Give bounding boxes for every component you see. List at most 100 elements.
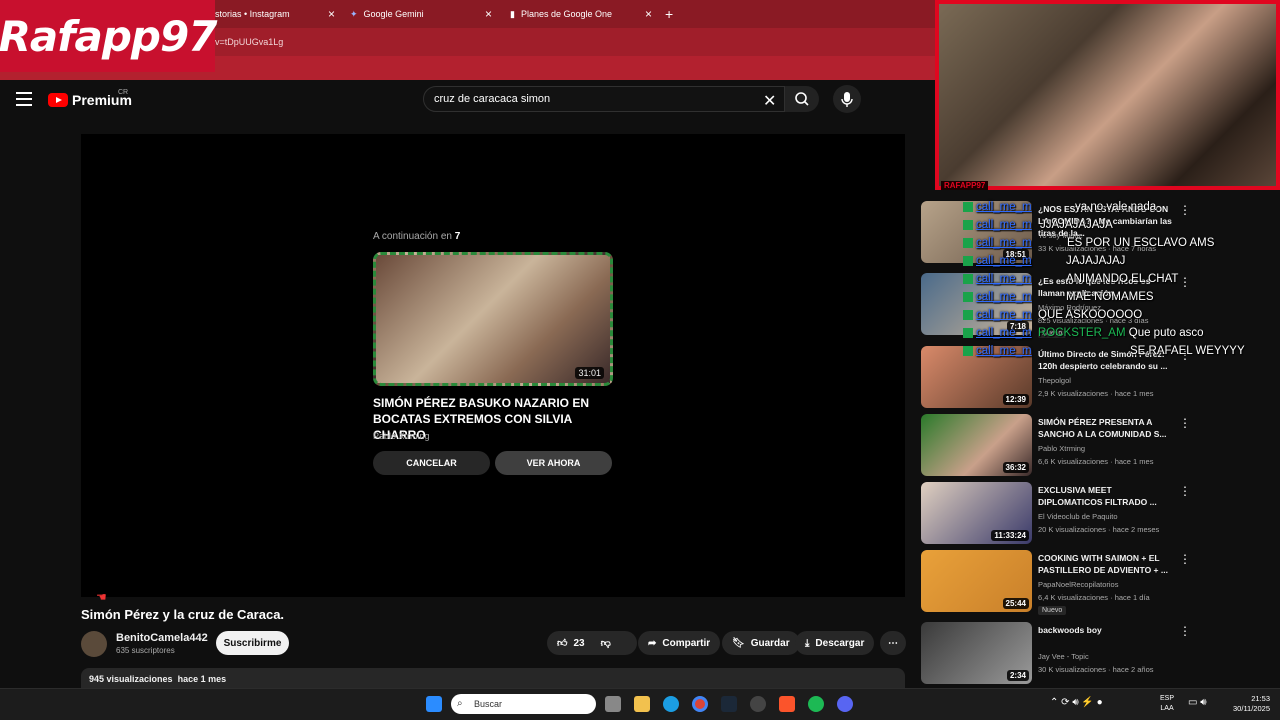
recommendation-thumbnail[interactable]: 25:44 <box>921 550 1032 612</box>
recommendation-channel: El Videoclub de Paquito <box>1038 512 1118 521</box>
voice-search-button[interactable] <box>833 85 861 113</box>
view-stats: 945 visualizaciones hace 1 mes <box>89 674 227 684</box>
more-options-icon[interactable]: ⋮ <box>1179 484 1191 498</box>
gemini-icon: ✦ <box>350 8 358 19</box>
chat-username: call_me_m <box>976 237 1032 249</box>
more-options-icon[interactable]: ⋮ <box>1179 552 1191 566</box>
network-volume-icons[interactable]: ▭ 🔊︎ <box>1188 697 1207 708</box>
chat-user-tag: call_me_m <box>963 237 1032 249</box>
file-explorer-icon[interactable] <box>634 696 650 712</box>
chat-text: SE RAFAEL WEYYYY <box>1130 345 1245 357</box>
close-icon[interactable]: × <box>645 7 652 21</box>
chat-message: ANIMANDO EL CHAT <box>1066 273 1178 285</box>
chat-message: ES POR UN ESCLAVO AMS <box>1067 237 1214 249</box>
share-label: Compartir <box>662 637 711 649</box>
upnext-thumbnail[interactable]: 31:01 <box>373 252 613 386</box>
edge-icon[interactable] <box>663 696 679 712</box>
share-icon: ➦ <box>648 637 657 649</box>
dislike-icon[interactable]: 👎︎ <box>601 637 611 649</box>
like-count[interactable]: 23 <box>573 638 584 649</box>
recommendation-item[interactable]: 25:44 COOKING WITH SAIMON + EL PASTILLERO… <box>921 550 1280 615</box>
google-one-icon: ▮ <box>510 8 515 19</box>
tab-google-one[interactable]: ▮ Planes de Google One × <box>510 4 652 24</box>
more-options-icon[interactable]: ⋮ <box>1179 416 1191 430</box>
webcam-overlay <box>935 0 1280 190</box>
save-button[interactable]: 🔖︎ Guardar <box>722 631 800 655</box>
recommendation-item[interactable]: 36:32 SIMÓN PÉREZ PRESENTA A SANCHO A LA … <box>921 414 1280 478</box>
search-query[interactable]: cruz de caracaca simon <box>434 93 550 105</box>
youtube-play-icon <box>48 93 68 107</box>
tab-instagram[interactable]: storias • Instagram × <box>215 4 335 24</box>
recommendation-title[interactable]: SIMÓN PÉREZ PRESENTA A SANCHO A LA COMUN… <box>1038 416 1178 440</box>
recommendation-meta: 30 K visualizaciones · hace 2 años <box>1038 665 1154 674</box>
video-duration: 25:44 <box>1002 598 1029 609</box>
upnext-countdown: A continuación en 7 <box>373 231 461 242</box>
taskbar-search[interactable] <box>451 694 596 714</box>
chat-username: call_me_m <box>976 291 1032 303</box>
chat-user-tag: call_me_m <box>963 291 1032 303</box>
chat-user-tag: call_me_m <box>963 273 1032 285</box>
discord-icon[interactable] <box>837 696 853 712</box>
video-duration: 12:39 <box>1002 394 1029 405</box>
like-icon[interactable]: 👍︎ <box>557 637 567 649</box>
recommendation-title[interactable]: COOKING WITH SAIMON + EL PASTILLERO DE A… <box>1038 552 1178 576</box>
chat-text: JAJAJAJAJ <box>1066 255 1126 267</box>
steam-icon[interactable] <box>721 696 737 712</box>
chat-text: QUE ASKOOOOOO <box>1038 309 1143 321</box>
more-options-icon[interactable]: ⋮ <box>1179 275 1191 289</box>
close-icon[interactable]: × <box>485 7 492 21</box>
recommendation-thumbnail[interactable]: 2:34 <box>921 622 1032 684</box>
taskbar-search-placeholder[interactable]: Buscar <box>474 699 502 709</box>
chat-message: ROCKSTER_AM Que puto asco <box>1038 327 1204 339</box>
region-code: CR <box>118 89 129 96</box>
recommendation-item[interactable]: 11:33:24 EXCLUSIVA MEET DIPLOMATICOS FILT… <box>921 482 1280 546</box>
close-icon[interactable]: × <box>328 7 335 21</box>
streamer-logo: Rafapp97 <box>0 0 217 72</box>
search-button[interactable] <box>785 86 819 112</box>
new-tab-button[interactable]: + <box>665 4 673 24</box>
subscribe-button[interactable]: Suscribirme <box>216 631 289 655</box>
play-now-button[interactable]: VER AHORA <box>495 451 612 475</box>
language-indicator[interactable]: ESP LAA <box>1160 694 1174 714</box>
upnext-duration: 31:01 <box>575 367 604 379</box>
chat-user-tag: call_me_m <box>963 219 1032 231</box>
cancel-button[interactable]: CANCELAR <box>373 451 490 475</box>
menu-icon[interactable] <box>16 92 32 106</box>
more-options-icon[interactable]: ⋮ <box>1179 624 1191 638</box>
url-text[interactable]: v=tDpUUGva1Lg <box>215 37 283 47</box>
tab-label: Google Gemini <box>363 9 424 19</box>
verified-check-icon <box>963 309 973 320</box>
windows-start-icon[interactable] <box>426 696 442 712</box>
channel-avatar[interactable] <box>81 631 107 657</box>
chat-text: MAE NOMAMES <box>1066 291 1154 303</box>
more-options-icon[interactable]: ⋮ <box>1179 203 1191 217</box>
recommendation-thumbnail[interactable]: 36:32 <box>921 414 1032 476</box>
clock[interactable]: 21:53 30/11/2025 <box>1222 694 1270 714</box>
more-actions-button[interactable]: ⋯ <box>880 631 906 655</box>
chat-username: call_me_m <box>976 309 1032 321</box>
chat-message: MAE NOMAMES <box>1066 291 1154 303</box>
channel-name[interactable]: BenitoCamela442 <box>116 632 208 644</box>
tab-gemini[interactable]: ✦ Google Gemini × <box>350 4 492 24</box>
clear-search-icon[interactable]: ✕ <box>763 91 776 111</box>
chat-username: call_me_m <box>976 255 1032 267</box>
recommendation-thumbnail[interactable]: 11:33:24 <box>921 482 1032 544</box>
chat-text: ya no vale nada <box>1075 201 1157 213</box>
download-button[interactable]: ⤓ Descargar <box>795 631 875 655</box>
obs-icon[interactable] <box>750 696 766 712</box>
chrome-icon[interactable] <box>692 696 708 712</box>
recommendation-item[interactable]: 2:34 backwoods boy Jay Vee - Topic 30 K vis… <box>921 622 1280 686</box>
video-duration: 11:33:24 <box>991 530 1029 541</box>
video-duration: 36:32 <box>1002 462 1029 473</box>
system-tray-icons[interactable]: ⌃ ⟳ 🔊︎ ⚡ ● <box>1050 697 1103 708</box>
download-icon: ⤓ <box>805 637 810 649</box>
task-view-icon[interactable] <box>605 696 621 712</box>
search-icon: ⌕ <box>457 698 463 709</box>
share-button[interactable]: ➦ Compartir <box>638 631 721 655</box>
recommendation-title[interactable]: backwoods boy <box>1038 624 1178 636</box>
brave-icon[interactable] <box>779 696 795 712</box>
video-duration: 2:34 <box>1006 670 1029 681</box>
recommendation-title[interactable]: EXCLUSIVA MEET DIPLOMATICOS FILTRADO ... <box>1038 484 1178 508</box>
webcam-label: RAFAPP97 <box>941 181 989 190</box>
spotify-icon[interactable] <box>808 696 824 712</box>
